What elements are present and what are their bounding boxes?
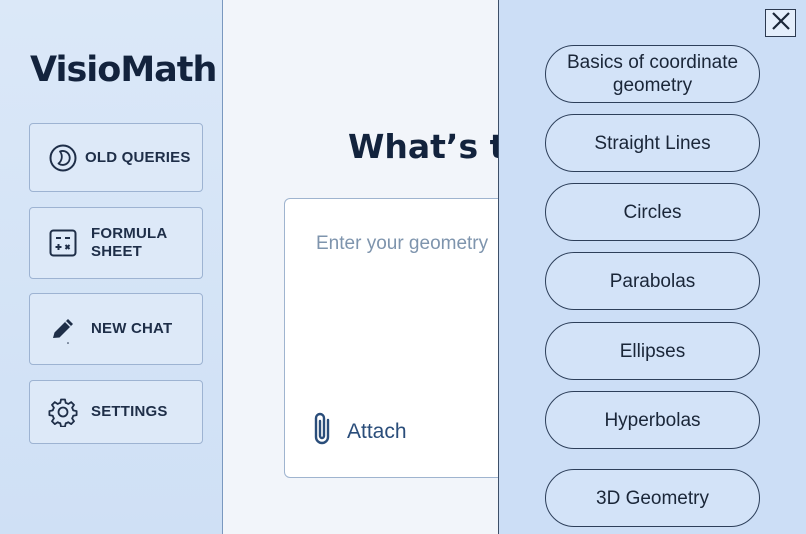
old-queries-button[interactable]: OLD QUERIES xyxy=(29,123,203,192)
topic-label: 3D Geometry xyxy=(596,487,709,509)
settings-label: SETTINGS xyxy=(91,403,168,420)
sidebar: VisioMath OLD QUERIES FORMULA SHEET NEW … xyxy=(0,0,223,534)
settings-button[interactable]: SETTINGS xyxy=(29,380,203,444)
topic-label: Straight Lines xyxy=(594,132,711,154)
topic-label: Parabolas xyxy=(609,270,696,292)
attach-label: Attach xyxy=(347,419,407,443)
topic-ellipses[interactable]: Ellipses xyxy=(545,322,760,380)
topic-label: Circles xyxy=(623,201,682,223)
topic-3d-geometry[interactable]: 3D Geometry xyxy=(545,469,760,527)
topic-label: Hyperbolas xyxy=(604,409,701,431)
paperclip-icon xyxy=(309,411,335,452)
history-icon xyxy=(48,143,78,173)
formula-sheet-label: FORMULA SHEET xyxy=(91,225,167,261)
topic-label-line1: Basics of coordinate xyxy=(566,52,739,73)
topic-hyperbolas[interactable]: Hyperbolas xyxy=(545,391,760,449)
topic-basics-coordinate-geometry[interactable]: Basics of coordinate geometry xyxy=(545,45,760,103)
topic-circles[interactable]: Circles xyxy=(545,183,760,241)
new-chat-label: NEW CHAT xyxy=(91,320,173,337)
topic-label-line2: geometry xyxy=(612,75,693,96)
topics-drawer: Basics of coordinate geometry Straight L… xyxy=(498,0,806,534)
topic-label: Basics of coordinate geometry xyxy=(567,51,738,97)
topic-label: Ellipses xyxy=(619,340,686,362)
pencil-icon xyxy=(48,314,78,344)
attach-button[interactable]: Attach xyxy=(309,411,407,452)
formula-sheet-label-line1: FORMULA xyxy=(91,225,168,242)
old-queries-label: OLD QUERIES xyxy=(85,148,191,166)
topic-parabolas[interactable]: Parabolas xyxy=(545,252,760,310)
formula-sheet-label-line2: SHEET xyxy=(91,243,143,260)
main-area: What’s the Enter your geometry Attach xyxy=(224,0,551,534)
calculator-icon xyxy=(48,228,78,258)
query-input[interactable]: Enter your geometry xyxy=(316,233,488,255)
formula-sheet-button[interactable]: FORMULA SHEET xyxy=(29,207,203,279)
query-input-card[interactable]: Enter your geometry Attach xyxy=(284,198,524,478)
gear-icon xyxy=(48,397,78,427)
close-drawer-button[interactable] xyxy=(765,9,796,37)
new-chat-button[interactable]: NEW CHAT xyxy=(29,293,203,365)
close-icon xyxy=(771,11,791,36)
topic-straight-lines[interactable]: Straight Lines xyxy=(545,114,760,172)
app-logo: VisioMath xyxy=(30,50,217,90)
